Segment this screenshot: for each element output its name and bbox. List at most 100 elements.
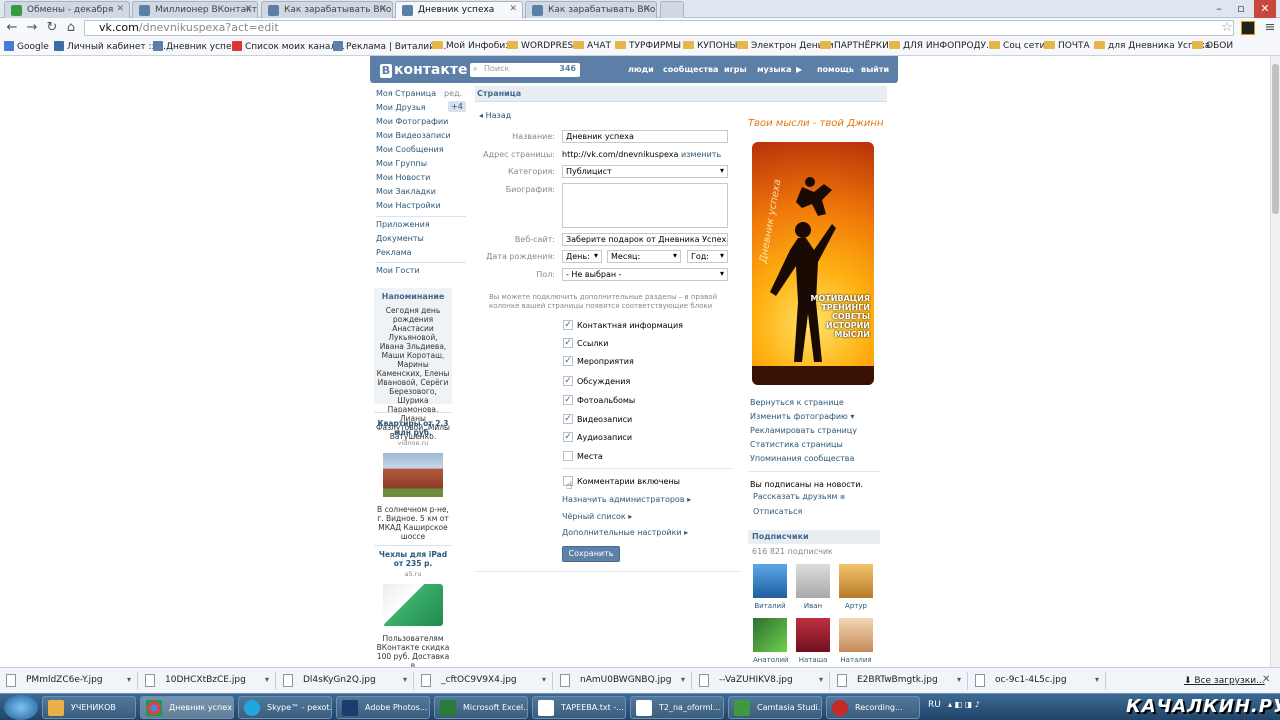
- new-tab-button[interactable]: [660, 1, 684, 18]
- close-tab-icon[interactable]: ✕: [116, 4, 124, 14]
- advertise-page-link[interactable]: Рекламировать страницу: [750, 426, 857, 435]
- subscriber-avatar[interactable]: [753, 618, 787, 652]
- menu-my-settings[interactable]: Мои Настройки: [376, 201, 441, 210]
- checkbox-links[interactable]: ✓: [563, 338, 573, 348]
- chevron-down-icon[interactable]: ▾: [681, 675, 685, 684]
- checkbox-discussions[interactable]: ✓: [563, 376, 573, 386]
- sex-select[interactable]: - Не выбран -: [562, 268, 728, 281]
- back-arrow-icon[interactable]: ←: [3, 20, 21, 35]
- search-input[interactable]: ⌕ Поиск 346: [470, 63, 580, 77]
- page-avatar-poster[interactable]: МОТИВАЦИЯ ТРЕНИНГИ СОВЕТЫ ИСТОРИИ МЫСЛИ …: [752, 142, 874, 385]
- taskbar-item-active[interactable]: Дневник успех...: [140, 696, 234, 719]
- close-tab-icon[interactable]: ✕: [379, 4, 387, 14]
- bookmark-folder[interactable]: ОБОИ: [1192, 41, 1233, 51]
- bookmark-folder[interactable]: ТУРФИРМЫ: [615, 41, 681, 51]
- unsubscribe-link[interactable]: Отписаться: [753, 507, 802, 516]
- chevron-down-icon[interactable]: ▾: [265, 675, 269, 684]
- ad-title[interactable]: Квартиры от 2.3 млн руб.: [374, 419, 452, 437]
- ad-block[interactable]: Квартиры от 2.3 млн руб. vidnoe.ru В сол…: [374, 412, 452, 544]
- birth-year-select[interactable]: Год:: [687, 250, 728, 263]
- browser-tab[interactable]: Миллионер ВКонтакте ✕: [132, 1, 258, 18]
- chevron-down-icon[interactable]: ▾: [403, 675, 407, 684]
- bookmark-folder[interactable]: Мой Инфобиз: [432, 41, 510, 51]
- bookmark-item[interactable]: Реклама | Виталий ...: [333, 41, 446, 52]
- menu-guests[interactable]: Мои Гости: [376, 266, 420, 275]
- checkbox-videos[interactable]: ✓: [563, 414, 573, 424]
- browser-tab[interactable]: Как зарабатывать ВКонта ✕: [261, 1, 393, 18]
- download-item[interactable]: E2BRTwBmgtk.jpg ▾: [831, 672, 968, 690]
- subscriber-avatar[interactable]: [796, 564, 830, 598]
- taskbar-item[interactable]: Adobe Photos...: [336, 696, 430, 719]
- chevron-down-icon[interactable]: ▾: [819, 675, 823, 684]
- save-button[interactable]: Сохранить: [562, 546, 620, 562]
- checkbox-places[interactable]: [563, 451, 573, 461]
- close-window-icon[interactable]: ✕: [1254, 0, 1276, 18]
- bookmark-item[interactable]: Список моих канал...: [232, 41, 345, 52]
- bookmark-folder[interactable]: АЧАТ: [573, 41, 611, 51]
- chevron-down-icon[interactable]: ▾: [127, 675, 131, 684]
- subscriber-avatar[interactable]: [796, 618, 830, 652]
- page-stats-link[interactable]: Статистика страницы: [750, 440, 843, 449]
- subscriber-avatar[interactable]: [839, 564, 873, 598]
- ad-title[interactable]: Чехлы для iPad от 235 р.: [374, 550, 452, 568]
- download-item[interactable]: PMmldZC6e-Y.jpg ▾: [0, 672, 138, 690]
- scrollbar-thumb[interactable]: [1272, 64, 1279, 214]
- menu-my-messages[interactable]: Мои Сообщения: [376, 145, 444, 154]
- subscriber-name[interactable]: Анатолий: [753, 656, 789, 664]
- browser-tab-active[interactable]: Дневник успеха ✕: [395, 1, 523, 18]
- nav-games[interactable]: игры: [724, 65, 747, 74]
- all-downloads-link[interactable]: ⬇ Все загрузки...: [1184, 676, 1265, 686]
- nav-logout[interactable]: выйти: [861, 65, 889, 74]
- download-item[interactable]: 10DHCXtBzCE.jpg ▾: [139, 672, 276, 690]
- taskbar-item[interactable]: Skype™ - pexot...: [238, 696, 332, 719]
- star-icon[interactable]: ☆: [1218, 20, 1236, 35]
- download-item[interactable]: --VaZUHIKV8.jpg ▾: [693, 672, 830, 690]
- subscriber-name[interactable]: Наташа: [796, 656, 830, 664]
- name-input[interactable]: Дневник успеха: [562, 130, 728, 143]
- change-address-link[interactable]: изменить: [681, 150, 721, 159]
- taskbar-item[interactable]: ТАРЕЕВА.txt -...: [532, 696, 626, 719]
- bookmark-folder[interactable]: ПОЧТА: [1044, 41, 1090, 51]
- language-indicator[interactable]: RU: [928, 700, 941, 710]
- subscriber-name[interactable]: Наталия: [839, 656, 873, 664]
- ipad-case-image[interactable]: [383, 584, 443, 626]
- subscriber-name[interactable]: Виталий: [753, 602, 787, 610]
- menu-apps[interactable]: Приложения: [376, 220, 430, 229]
- checkbox-albums[interactable]: ✓: [563, 395, 573, 405]
- menu-ads[interactable]: Реклама: [376, 248, 412, 257]
- menu-my-videos[interactable]: Мои Видеозаписи: [376, 131, 451, 140]
- friends-badge[interactable]: +4: [448, 101, 466, 112]
- birth-day-select[interactable]: День:: [562, 250, 602, 263]
- taskbar-item[interactable]: УЧЕНИКОВ: [42, 696, 136, 719]
- nav-music[interactable]: музыка: [757, 65, 791, 74]
- browser-tab[interactable]: Как зарабатывать ВКонта ✕: [525, 1, 657, 18]
- download-item[interactable]: _cftOC9V9X4.jpg ▾: [415, 672, 553, 690]
- nav-help[interactable]: помощь: [817, 65, 854, 74]
- change-photo-link[interactable]: Изменить фотографию ▾: [750, 412, 854, 421]
- menu-my-photos[interactable]: Мои Фотографии: [376, 117, 448, 126]
- bookmark-folder[interactable]: КУПОНЫ: [683, 41, 737, 51]
- subscriber-avatar[interactable]: [839, 618, 873, 652]
- download-item[interactable]: nAmU0BWGNBQ.jpg ▾: [554, 672, 692, 690]
- taskbar-item[interactable]: Recording...: [826, 696, 920, 719]
- subscribers-title[interactable]: Подписчики: [748, 530, 880, 544]
- birth-month-select[interactable]: Месяц:: [607, 250, 681, 263]
- ad-block[interactable]: Чехлы для iPad от 235 р. a5.ru Пользоват…: [374, 545, 452, 670]
- taskbar-item[interactable]: Camtasia Studi...: [728, 696, 822, 719]
- start-button[interactable]: [4, 695, 38, 720]
- chevron-down-icon[interactable]: ▾: [1095, 675, 1099, 684]
- menu-my-bookmarks[interactable]: Мои Закладки: [376, 187, 436, 196]
- taskbar-item[interactable]: Microsoft Excel...: [434, 696, 528, 719]
- edit-link[interactable]: ред.: [444, 89, 462, 98]
- menu-my-page[interactable]: Моя Страница: [376, 89, 436, 98]
- bookmark-folder[interactable]: ДЛЯ ИНФОПРОДУ...: [889, 41, 995, 51]
- bookmark-item[interactable]: Личный кабинет :: ...: [54, 41, 166, 52]
- subscriber-avatar[interactable]: [753, 564, 787, 598]
- category-select[interactable]: Публицист: [562, 165, 728, 178]
- bio-textarea[interactable]: [562, 183, 728, 228]
- chevron-down-icon[interactable]: ▾: [957, 675, 961, 684]
- home-icon[interactable]: ⌂: [62, 20, 80, 35]
- download-item[interactable]: oc-9c1-4L5c.jpg ▾: [969, 672, 1106, 690]
- bookmark-folder[interactable]: WORDPRESS: [507, 41, 579, 51]
- mentions-link[interactable]: Упоминания сообщества: [750, 454, 854, 463]
